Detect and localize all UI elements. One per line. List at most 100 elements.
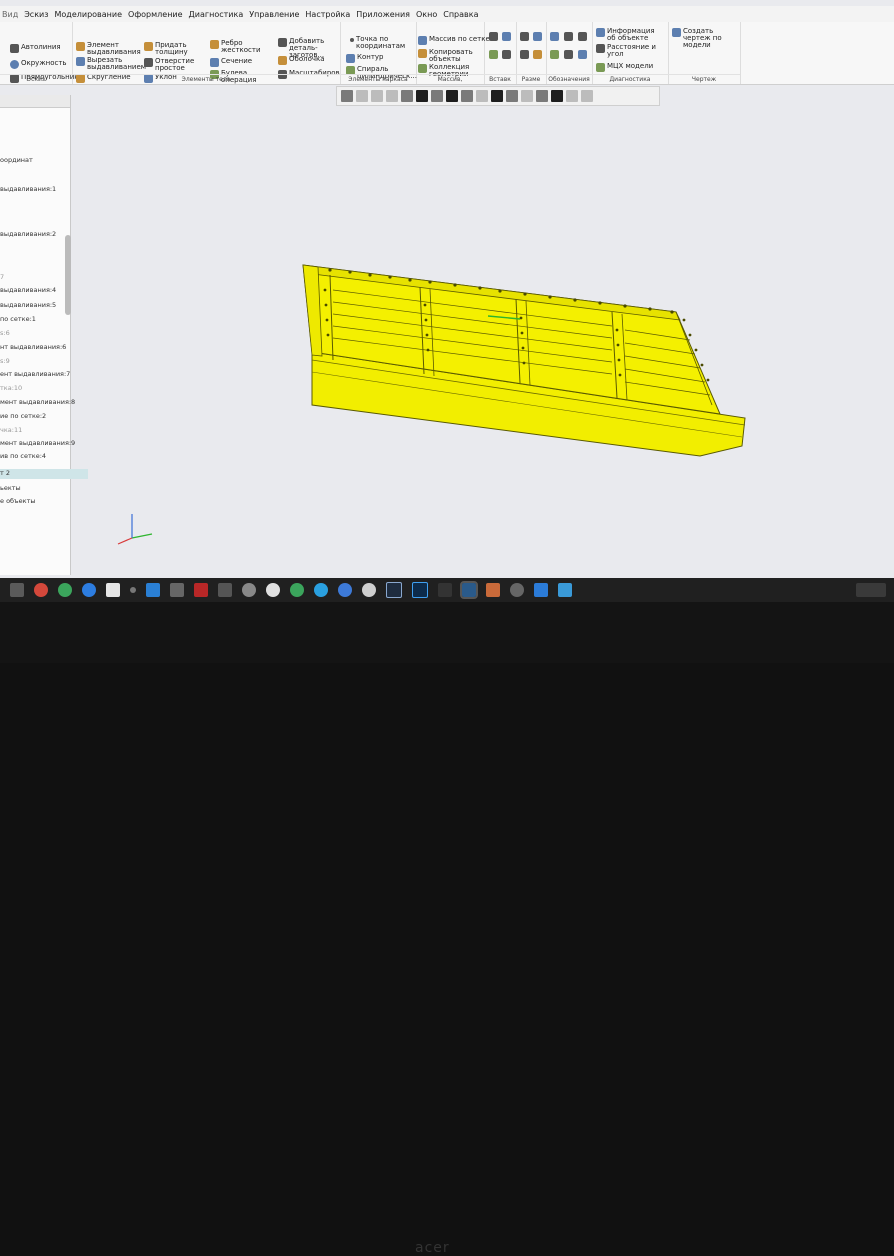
dropbox-icon[interactable] xyxy=(146,583,160,597)
notation-icon-5[interactable] xyxy=(564,50,573,59)
pencil-icon[interactable] xyxy=(581,90,593,102)
distance-angle-command[interactable]: Расстояние и угол xyxy=(596,44,665,58)
3d-viewport[interactable] xyxy=(72,104,894,584)
object-info-command[interactable]: Информация об объекте xyxy=(596,28,665,42)
app-icon[interactable] xyxy=(218,583,232,597)
tree-item[interactable]: выдавливания:5 xyxy=(0,301,56,309)
tray-icons[interactable] xyxy=(856,583,886,597)
circle-command[interactable]: Окружность xyxy=(10,60,67,69)
mass-properties-command[interactable]: МЦХ модели xyxy=(596,63,653,72)
notation-icon-6[interactable] xyxy=(578,50,587,59)
tree-item[interactable]: ент выдавливания:7 xyxy=(0,370,70,378)
app-icon[interactable] xyxy=(558,583,572,597)
insert-icon-1[interactable] xyxy=(489,32,498,41)
tree-scrollbar[interactable] xyxy=(65,235,71,315)
cut-extrude-command[interactable]: Вырезать выдавливанием xyxy=(76,57,146,71)
extrude-command[interactable]: Элемент выдавливания xyxy=(76,42,141,56)
menu-design[interactable]: Оформление xyxy=(128,10,183,19)
b-app-icon[interactable] xyxy=(170,583,184,597)
section-view-icon[interactable] xyxy=(461,90,473,102)
tree-item[interactable]: 7 xyxy=(0,273,4,281)
lighting-icon[interactable] xyxy=(506,90,518,102)
menu-applications[interactable]: Приложения xyxy=(356,10,410,19)
filezilla-icon[interactable] xyxy=(194,583,208,597)
shaded-icon[interactable] xyxy=(416,90,428,102)
dimension-icon-3[interactable] xyxy=(520,50,529,59)
dimension-icon-2[interactable] xyxy=(533,32,542,41)
tree-item[interactable]: ив по сетке:4 xyxy=(0,452,46,460)
section-command[interactable]: Сечение xyxy=(210,58,252,67)
tree-item[interactable]: выдавливания:4 xyxy=(0,286,56,294)
shell-command[interactable]: Оболочка xyxy=(278,56,325,65)
tree-item[interactable]: мент выдавливания:8 xyxy=(0,398,75,406)
perspective-icon[interactable] xyxy=(476,90,488,102)
chrome-icon[interactable] xyxy=(34,583,48,597)
insert-icon-3[interactable] xyxy=(489,50,498,59)
rib-command[interactable]: Ребро жесткости xyxy=(210,40,261,54)
opera-icon[interactable] xyxy=(266,583,280,597)
visibility-icon[interactable] xyxy=(536,90,548,102)
menu-modeling[interactable]: Моделирование xyxy=(55,10,123,19)
polyline-command[interactable]: Автолиния xyxy=(10,44,61,53)
dimension-icon-4[interactable] xyxy=(533,50,542,59)
menu-sketch[interactable]: Эскиз xyxy=(24,10,48,19)
notation-icon-2[interactable] xyxy=(564,32,573,41)
chrome-alt-icon[interactable] xyxy=(58,583,72,597)
tree-item[interactable]: е объекты xyxy=(0,497,36,505)
menu-view[interactable]: Вид xyxy=(2,10,18,19)
point-by-coords-command[interactable]: Точка по координатам xyxy=(350,36,411,50)
properties-icon[interactable] xyxy=(566,90,578,102)
app-icon[interactable] xyxy=(510,583,524,597)
app-icon[interactable] xyxy=(438,583,452,597)
photoshop-icon[interactable] xyxy=(412,582,428,598)
tree-item[interactable]: оординат xyxy=(0,156,33,164)
menu-management[interactable]: Управление xyxy=(249,10,299,19)
thicken-command[interactable]: Придать толщину xyxy=(144,42,195,56)
edge-icon[interactable] xyxy=(82,583,96,597)
tree-item[interactable]: тка:10 xyxy=(0,384,22,392)
copy-objects-command[interactable]: Копировать объекты xyxy=(418,49,479,63)
kompas-icon[interactable] xyxy=(460,581,478,599)
tree-item[interactable]: ьекты xyxy=(0,484,21,492)
app-icon[interactable] xyxy=(338,583,352,597)
menu-diagnostics[interactable]: Диагностика xyxy=(189,10,244,19)
view-orientation-icon[interactable] xyxy=(341,90,353,102)
notation-icon-1[interactable] xyxy=(550,32,559,41)
app-icon[interactable] xyxy=(534,583,548,597)
app-icon[interactable] xyxy=(130,587,136,593)
tree-item[interactable]: чка:11 xyxy=(0,426,22,434)
tree-item[interactable]: ие по сетке:2 xyxy=(0,412,46,420)
explorer-icon[interactable] xyxy=(106,583,120,597)
menu-help[interactable]: Справка xyxy=(443,10,478,19)
zoom-icon[interactable] xyxy=(356,90,368,102)
create-drawing-command[interactable]: Создать чертеж по модели xyxy=(672,28,739,49)
grid-array-command[interactable]: Массив по сетке xyxy=(418,36,490,45)
layers-icon[interactable] xyxy=(521,90,533,102)
start-icon[interactable] xyxy=(10,583,24,597)
app-icon[interactable] xyxy=(486,583,500,597)
hole-command[interactable]: Отверстие простое xyxy=(144,58,195,72)
notation-icon-4[interactable] xyxy=(550,50,559,59)
tree-item[interactable]: s:9 xyxy=(0,357,10,365)
contour-command[interactable]: Контур xyxy=(346,54,384,63)
menu-settings[interactable]: Настройка xyxy=(305,10,350,19)
tree-item[interactable]: мент выдавливания:9 xyxy=(0,439,75,447)
tree-item[interactable]: по сетке:1 xyxy=(0,315,36,323)
app-icon[interactable] xyxy=(290,583,304,597)
menu-window[interactable]: Окно xyxy=(416,10,437,19)
insert-icon-2[interactable] xyxy=(502,32,511,41)
app-icon[interactable] xyxy=(362,583,376,597)
skype-icon[interactable] xyxy=(314,583,328,597)
rotate-icon[interactable] xyxy=(386,90,398,102)
tree-item[interactable]: s:6 xyxy=(0,329,10,337)
insert-icon-4[interactable] xyxy=(502,50,511,59)
orient-icon[interactable] xyxy=(401,90,413,102)
notation-icon-3[interactable] xyxy=(578,32,587,41)
snap-icon[interactable] xyxy=(491,90,503,102)
app-icon[interactable] xyxy=(242,583,256,597)
filter-icon[interactable] xyxy=(551,90,563,102)
wireframe-icon[interactable] xyxy=(431,90,443,102)
display-mode-icon[interactable] xyxy=(446,90,458,102)
tree-item[interactable]: выдавливания:2 xyxy=(0,230,56,238)
tree-item[interactable]: выдавливания:1 xyxy=(0,185,56,193)
